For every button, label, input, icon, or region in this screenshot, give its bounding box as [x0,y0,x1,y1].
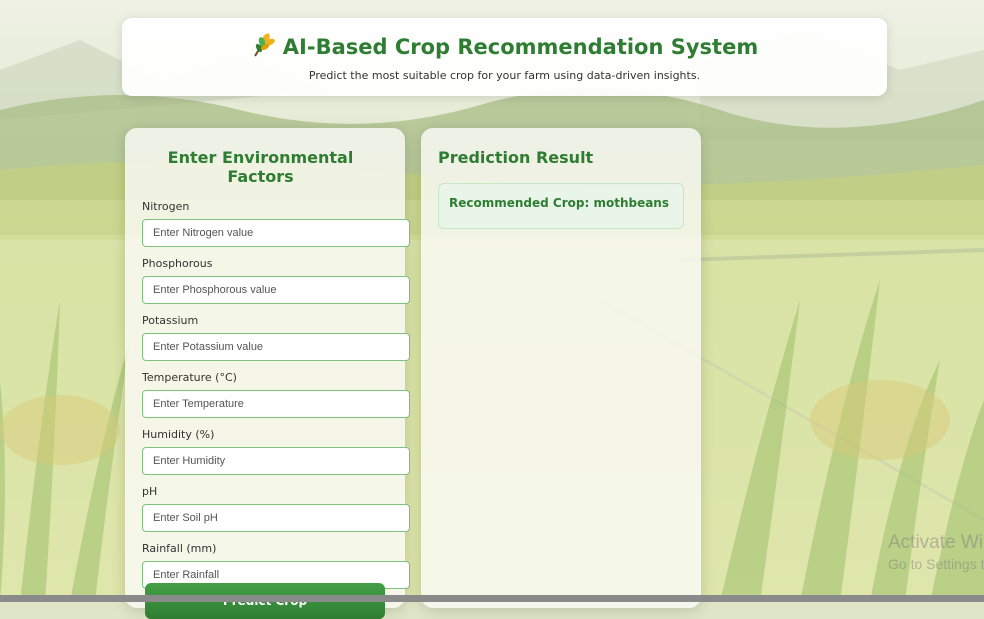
nitrogen-input[interactable] [142,219,410,247]
humidity-input[interactable] [142,447,410,475]
ph-input[interactable] [142,504,410,532]
recommended-crop-box: Recommended Crop: mothbeans [438,183,684,229]
potassium-label: Potassium [142,314,199,327]
nitrogen-label: Nitrogen [142,200,190,213]
input-form-card: Enter Environmental Factors Nitrogen Pho… [125,128,410,619]
page-subtitle: Predict the most suitable crop for your … [308,69,701,82]
temperature-input[interactable] [142,390,410,418]
temperature-field-group: Temperature (°C) [142,371,410,418]
humidity-label: Humidity (%) [142,428,215,441]
rainfall-field-group: Rainfall (mm) [142,542,410,589]
ph-field-group: pH [142,485,410,532]
prediction-result-card: Prediction Result Recommended Crop: moth… [421,128,701,608]
form-title: Enter Environmental Factors [167,148,354,186]
wheat-icon [251,32,277,62]
page-title: AI-Based Crop Recommendation System [282,35,759,59]
phosphorous-input[interactable] [142,276,410,304]
phosphorous-field-group: Phosphorous [142,257,410,304]
activate-windows-watermark: Activate Windows Go to Settings to activ… [888,532,984,572]
rainfall-label: Rainfall (mm) [142,542,217,555]
phosphorous-label: Phosphorous [142,257,213,270]
form-fields: Nitrogen Phosphorous Potassium Temperatu… [142,200,410,589]
title-row: AI-Based Crop Recommendation System [122,32,887,62]
recommended-crop-text: Recommended Crop: mothbeans [449,196,669,210]
taskbar-edge [0,595,984,602]
ph-label: pH [142,485,158,498]
watermark-line1: Activate Windows [888,532,984,553]
app-header: AI-Based Crop Recommendation System Pred… [122,18,887,96]
temperature-label: Temperature (°C) [142,371,237,384]
potassium-input[interactable] [142,333,410,361]
watermark-line2: Go to Settings to activate Windows. [888,556,984,572]
potassium-field-group: Potassium [142,314,410,361]
nitrogen-field-group: Nitrogen [142,200,410,247]
humidity-field-group: Humidity (%) [142,428,410,475]
result-title: Prediction Result [438,148,594,167]
